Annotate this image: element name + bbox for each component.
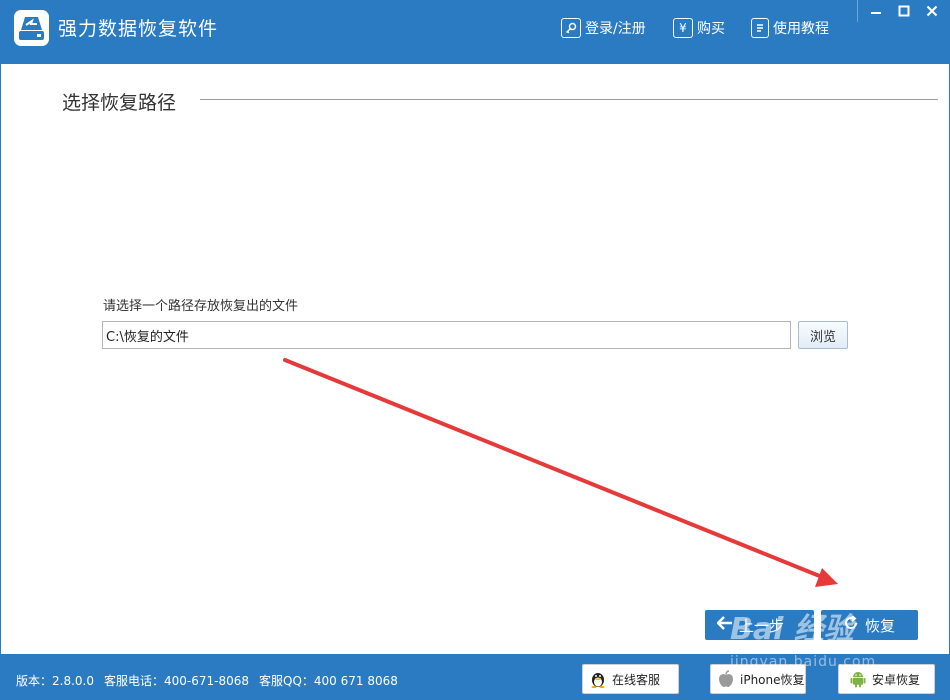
- path-prompt-label: 请选择一个路径存放恢复出的文件: [103, 299, 299, 314]
- android-icon: [849, 670, 867, 688]
- online-support-button[interactable]: 在线客服: [582, 664, 679, 694]
- section-divider: [200, 99, 938, 100]
- iphone-recovery-label: iPhone恢复: [740, 672, 805, 687]
- previous-step-button[interactable]: 上一步: [705, 610, 814, 640]
- minimize-button[interactable]: [862, 0, 890, 22]
- version-text: 版本：2.8.0.0: [16, 674, 94, 688]
- close-icon: [926, 5, 938, 17]
- back-arrow-icon: [716, 616, 733, 634]
- support-info: 版本：2.8.0.0 客服电话：400-671-8068 客服QQ：400 671 …: [16, 672, 408, 689]
- key-icon: [561, 18, 581, 38]
- refresh-icon: [843, 615, 859, 635]
- document-icon: [751, 18, 769, 38]
- section-title: 选择恢复路径: [62, 92, 177, 114]
- tutorial-label: 使用教程: [773, 21, 829, 37]
- app-title: 强力数据恢复软件: [58, 18, 219, 40]
- support-qq-text: 客服QQ：400 671 8068: [259, 674, 398, 688]
- recovery-path-input[interactable]: [102, 321, 791, 349]
- browse-button[interactable]: 浏览: [798, 321, 848, 349]
- window-controls-divider: [857, 0, 858, 22]
- buy-link[interactable]: ¥ 购买: [673, 17, 725, 39]
- title-bar: 强力数据恢复软件 登录/注册 ¥ 购买 使用教程: [0, 0, 950, 64]
- apple-icon: [717, 670, 735, 688]
- close-button[interactable]: [918, 0, 946, 22]
- drive-icon: [14, 10, 49, 46]
- yen-icon: ¥: [673, 18, 693, 38]
- recover-button[interactable]: 恢复: [821, 610, 918, 640]
- iphone-recovery-button[interactable]: iPhone恢复: [710, 664, 806, 694]
- qq-penguin-icon: [589, 670, 607, 688]
- online-support-label: 在线客服: [612, 672, 661, 687]
- maximize-button[interactable]: [890, 0, 918, 22]
- content-area: [0, 64, 950, 654]
- recover-label: 恢复: [865, 616, 896, 635]
- minimize-icon: [871, 12, 881, 14]
- support-phone-text: 客服电话：400-671-8068: [103, 674, 249, 688]
- status-footer: 版本：2.8.0.0 客服电话：400-671-8068 客服QQ：400 671 …: [0, 654, 950, 700]
- previous-step-label: 上一步: [739, 616, 785, 635]
- login-register-link[interactable]: 登录/注册: [561, 17, 646, 39]
- maximize-icon: [898, 5, 910, 17]
- android-recovery-button[interactable]: 安卓恢复: [838, 664, 935, 694]
- login-register-label: 登录/注册: [585, 21, 646, 37]
- tutorial-link[interactable]: 使用教程: [751, 17, 829, 39]
- buy-label: 购买: [697, 21, 725, 37]
- android-recovery-label: 安卓恢复: [872, 672, 921, 687]
